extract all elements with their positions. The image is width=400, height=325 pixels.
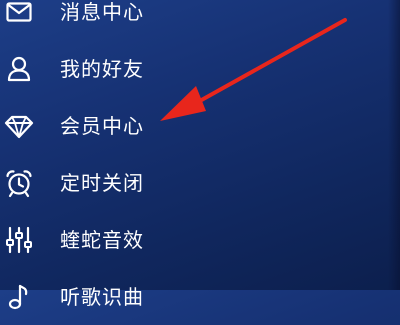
menu-item-label: 蝰蛇音效 [60,228,144,252]
alarm-clock-icon [4,168,34,198]
music-note-icon [4,282,34,312]
right-edge-shadow [388,0,400,290]
friends-icon [4,54,34,84]
menu-item-friends[interactable]: 我的好友 [0,40,400,97]
side-menu: 消息中心 我的好友 会员中心 定时关闭 蝰蛇音效 听歌识曲 [0,0,400,325]
menu-item-vip-center[interactable]: 会员中心 [0,97,400,154]
menu-item-sleep-timer[interactable]: 定时关闭 [0,154,400,211]
menu-item-label: 定时关闭 [60,171,144,195]
menu-item-song-recognition[interactable]: 听歌识曲 [0,268,400,325]
menu-item-messages[interactable]: 消息中心 [0,0,400,40]
menu-item-label: 听歌识曲 [60,285,144,309]
envelope-icon [4,0,34,27]
equalizer-icon [4,225,34,255]
diamond-icon [4,111,34,141]
menu-item-sound-effects[interactable]: 蝰蛇音效 [0,211,400,268]
menu-item-label: 我的好友 [60,57,144,81]
menu-item-label: 消息中心 [60,0,144,24]
menu-item-label: 会员中心 [60,114,144,138]
